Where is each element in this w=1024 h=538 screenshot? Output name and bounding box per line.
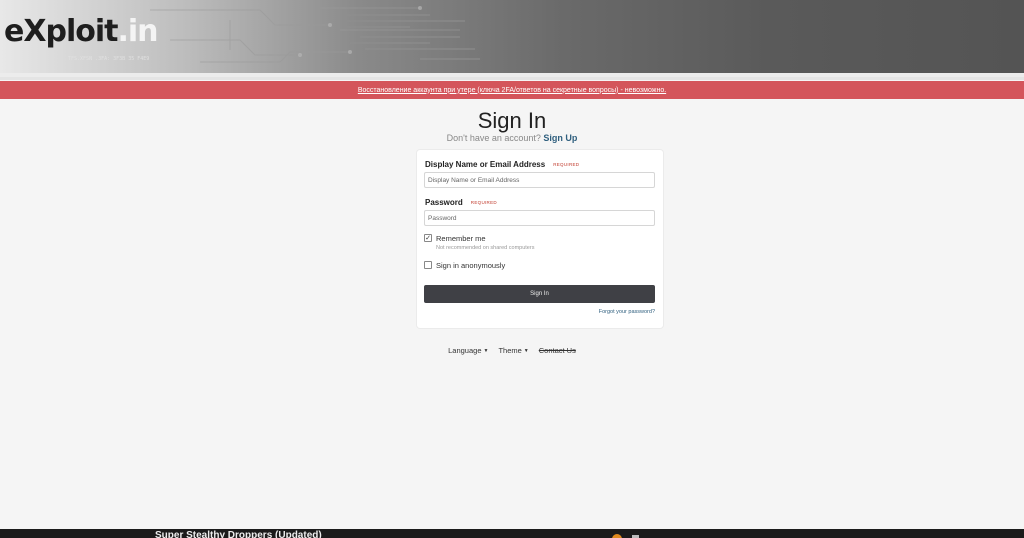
notice-banner: Восстановление аккаунта при утере (ключа… [0,81,1024,99]
logo-suffix: .in [117,14,158,49]
password-label-row: Password REQUIRED [425,198,497,207]
bottom-bar: Super Stealthy Droppers (Updated) [0,529,1024,538]
footer-links: Language ▼ Theme ▼ Contact Us [0,346,1024,355]
notice-link[interactable]: Восстановление аккаунта при утере (ключа… [358,87,666,94]
theme-label: Theme [498,346,522,355]
logo-text: eXploit [4,14,118,49]
bottom-bar-title[interactable]: Super Stealthy Droppers (Updated) [155,530,322,538]
avatar-icon [612,534,622,538]
logo-tagline: TFS.XFSN .3FA: 3F3B 35 F4E9 [68,56,150,62]
contact-link[interactable]: Contact Us [539,346,576,355]
chevron-down-icon: ▼ [483,347,489,354]
checkmark-icon: ✓ [425,234,431,242]
language-label: Language [448,346,482,355]
username-input[interactable] [424,172,655,188]
password-input[interactable] [424,210,655,226]
language-menu[interactable]: Language ▼ [448,346,488,355]
name-label: Display Name or Email Address [425,160,546,169]
page-title: Sign In [477,108,547,133]
signup-prompt: Don't have an account? Sign Up [0,133,1024,143]
anonymous-label: Sign in anonymously [436,261,506,270]
name-required-badge: REQUIRED [553,162,580,167]
name-label-row: Display Name or Email Address REQUIRED [425,160,579,169]
password-label: Password [425,198,463,207]
signin-button[interactable]: Sign In [424,285,655,303]
signin-form: Display Name or Email Address REQUIRED P… [417,150,663,328]
anonymous-checkbox[interactable] [424,261,432,269]
site-logo[interactable]: eXploit .in [4,14,159,54]
no-account-text: Don't have an account? [446,133,541,143]
forgot-password-link[interactable]: Forgot your password? [599,309,655,315]
remember-checkbox[interactable]: ✓ [424,234,432,242]
header-divider-2 [0,77,1024,80]
password-required-badge: REQUIRED [470,200,497,205]
signup-link[interactable]: Sign Up [543,133,577,143]
remember-label: Remember me [436,234,486,243]
theme-menu[interactable]: Theme ▼ [498,346,528,355]
site-header: eXploit .in TFS.XFSN .3FA: 3F3B 35 F4E9 [0,0,1024,73]
remember-hint: Not recommended on shared computers [436,245,535,251]
chevron-down-icon: ▼ [523,347,529,354]
